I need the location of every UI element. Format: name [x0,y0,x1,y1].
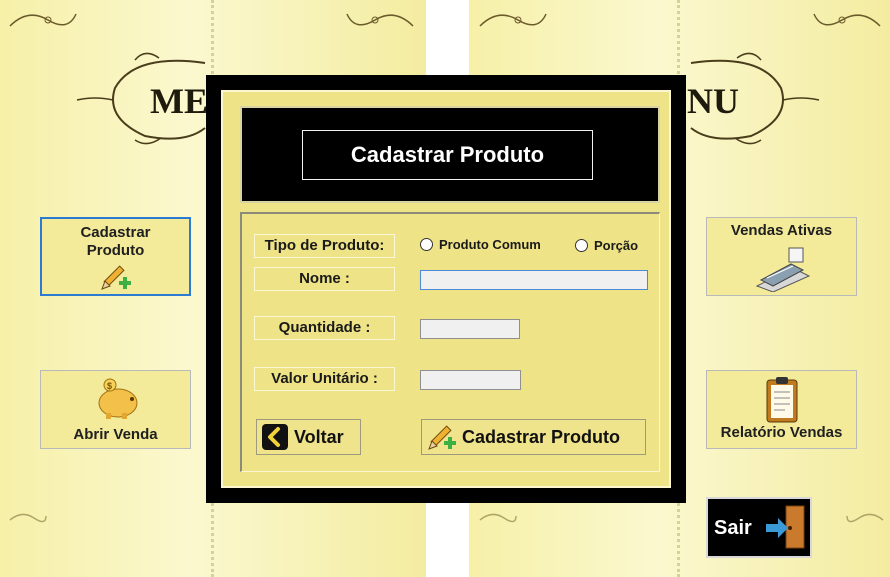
voltar-label: Voltar [294,426,344,447]
radio-circle-icon [575,239,588,252]
valor-unitario-input[interactable] [420,370,521,390]
radio-porcao-label: Porção [594,238,639,253]
cadastrar-produto-dialog: Cadastrar Produto Tipo de Produto: Produ… [206,75,686,503]
product-form-panel: Tipo de Produto: Produto Comum Porção No… [240,212,660,472]
pencil-plus-icon [101,265,131,290]
clipboard-icon [766,377,798,423]
menu-button-label: Produto [86,242,145,259]
corner-flourish-icon [9,513,47,523]
corner-flourish-icon [479,13,547,27]
radio-produto-comum-label: Produto Comum [439,237,541,252]
radio-produto-comum[interactable]: Produto Comum [420,237,541,252]
dialog-body: Cadastrar Produto Tipo de Produto: Produ… [221,90,671,488]
svg-text:$: $ [107,381,112,391]
piggy-bank-icon: $ [98,378,138,419]
menu-button-label: Cadastrar [80,224,151,241]
radio-porcao[interactable]: Porção [575,238,638,253]
dialog-header: Cadastrar Produto [240,106,660,203]
relatorio-vendas-menu-button[interactable]: Relatório Vendas [706,370,857,449]
corner-flourish-icon [479,513,517,523]
cadastrar-produto-label: Cadastrar Produto [462,426,621,447]
cash-register-icon [755,247,811,292]
exit-door-icon [766,505,805,549]
quantidade-label: Quantidade : [254,316,395,340]
cadastrar-produto-button[interactable]: Cadastrar Produto [421,419,646,455]
sair-button[interactable]: Sair [706,497,812,558]
corner-flourish-icon [846,513,884,523]
radio-circle-icon [420,238,433,251]
corner-flourish-icon [813,13,881,27]
tipo-produto-label: Tipo de Produto: [254,234,395,258]
voltar-button[interactable]: Voltar [256,419,361,455]
dialog-title: Cadastrar Produto [302,130,593,180]
menu-title-left: ME [150,81,208,121]
menu-button-label: Abrir Venda [73,426,158,443]
vendas-ativas-menu-button[interactable]: Vendas Ativas [706,217,857,296]
nome-input[interactable] [420,270,648,290]
cadastrar-produto-menu-button[interactable]: Cadastrar Produto [40,217,191,296]
menu-button-label: Relatório Vendas [720,424,843,441]
pencil-plus-icon [428,425,456,450]
back-arrow-icon [262,424,288,450]
corner-flourish-icon [346,13,414,27]
valor-unitario-label: Valor Unitário : [254,367,395,391]
nome-label: Nome : [254,267,395,291]
corner-flourish-icon [9,13,77,27]
menu-button-label: Vendas Ativas [730,222,833,239]
abrir-venda-menu-button[interactable]: $ Abrir Venda [40,370,191,449]
quantidade-input[interactable] [420,319,520,339]
sair-label: Sair [714,517,752,539]
menu-title-right: NU [687,81,739,121]
